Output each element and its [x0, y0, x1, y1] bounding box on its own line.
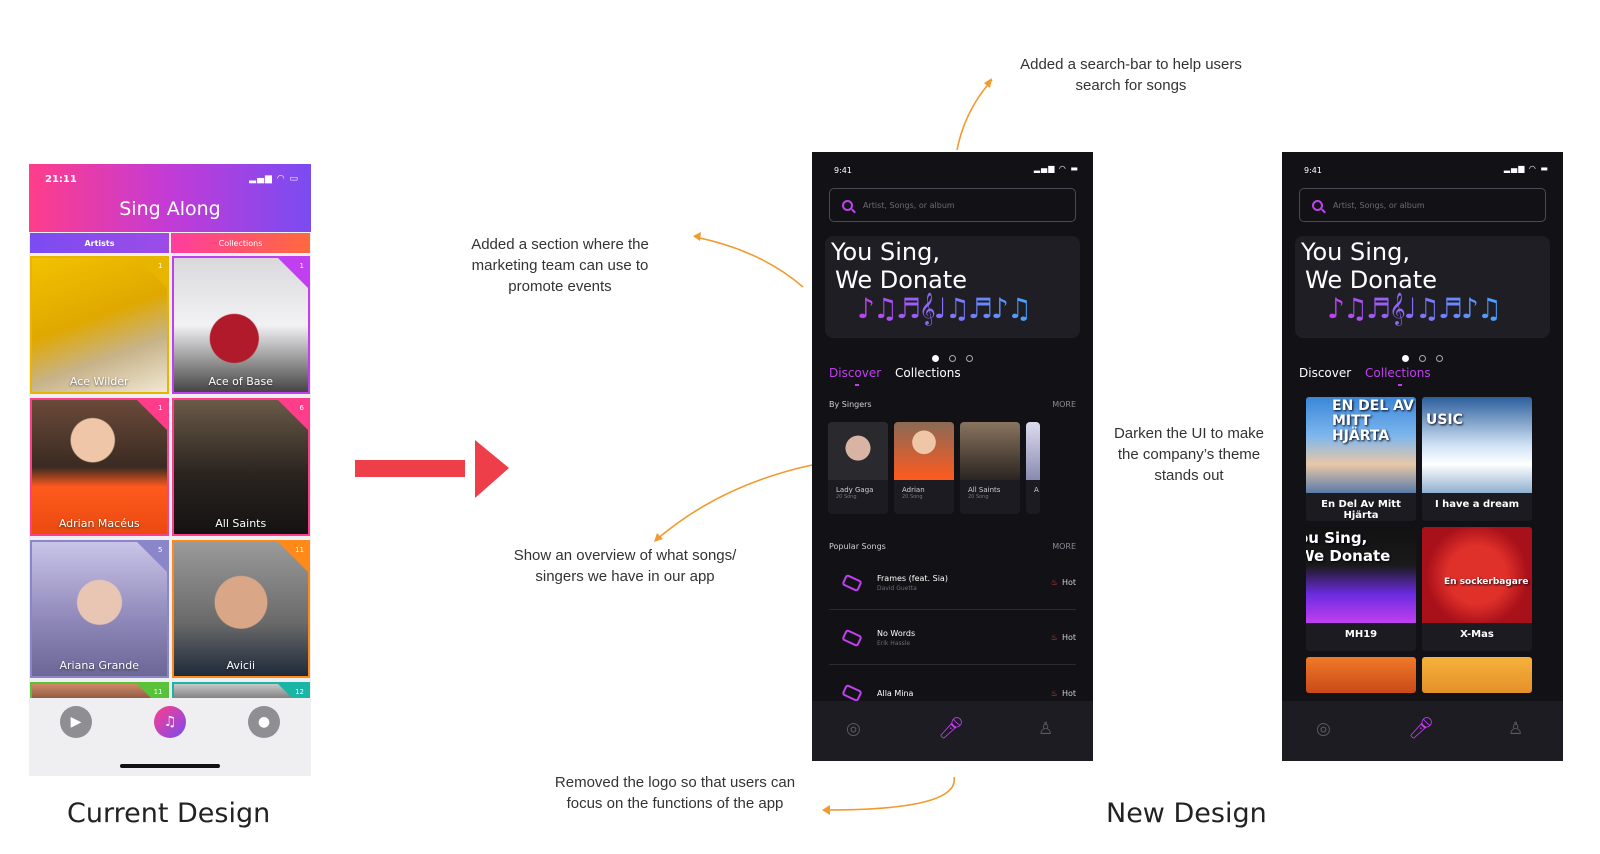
microphone-icon[interactable]: 🎤︎	[938, 716, 965, 741]
singer-card[interactable]: A	[1026, 422, 1040, 514]
marketing-note: Added a section where the marketing team…	[471, 236, 649, 295]
singer-list: Lady Gaga 20 Song Adrian 20 Song All Sai…	[828, 422, 1040, 514]
microphone-icon[interactable]: 🎤︎	[1408, 716, 1435, 741]
new-design-label: New Design	[1106, 798, 1267, 829]
status-time: 9:41	[1304, 166, 1322, 175]
singer-song-count: 20 Song	[836, 494, 857, 500]
design-comparison-board: 21:11 ▂▄▆ ◠ ▭ Sing Along Artists Collect…	[0, 0, 1600, 854]
song-row[interactable]: Frames (feat. Sia) David Guetta ♨ Hot	[829, 556, 1076, 610]
music-notes-graphic: ♪♫♬𝄞♩♫♬♪♫	[857, 292, 1032, 325]
promo-banner[interactable]: You Sing, We Donate ♪♫♬𝄞♩♫♬♪♫	[1295, 236, 1550, 338]
promo-banner[interactable]: You Sing, We Donate ♪♫♬𝄞♩♫♬♪♫	[825, 236, 1080, 338]
logo-note: Removed the logo so that users can focus…	[554, 774, 796, 812]
fire-icon: ♨	[1050, 633, 1058, 642]
song-artist: David Guetta	[877, 584, 917, 592]
arrow-to-logo-note	[825, 776, 955, 811]
microphone-icon	[841, 628, 863, 647]
cover-title: En sockerbagare	[1444, 577, 1529, 587]
new-design-collections-phone: 9:41 ▂▄▆ ◠ ▬ Artist, Songs, or album You…	[1282, 152, 1563, 761]
banner-line-2: We Donate	[835, 266, 967, 294]
darken-note: Darken the UI to make the company’s them…	[1113, 425, 1265, 484]
cover-title: EN DEL AV MITT HJÄRTA	[1332, 398, 1414, 444]
new-design-discover-phone: 9:41 ▂▄▆ ◠ ▬ Artist, Songs, or album You…	[812, 152, 1093, 761]
collection-card[interactable]: ou Sing, We Donate MH19	[1306, 527, 1416, 651]
status-time: 9:41	[834, 166, 852, 175]
bottom-nav: ◎ 🎤︎ ♙	[812, 701, 1093, 761]
fire-icon: ♨	[1050, 578, 1058, 587]
banner-line-2: We Donate	[1305, 266, 1437, 294]
search-placeholder: Artist, Songs, or album	[1333, 200, 1425, 210]
section-tabs: Discover Collections	[1299, 366, 1441, 380]
search-placeholder: Artist, Songs, or album	[863, 200, 955, 210]
search-bar-note: Added a search-bar to help users search …	[1020, 56, 1242, 94]
collection-card[interactable]	[1422, 657, 1532, 693]
banner-line-1: You Sing,	[1301, 238, 1410, 266]
singer-card[interactable]: Lady Gaga 20 Song	[828, 422, 888, 514]
by-singers-label: By Singers	[829, 400, 872, 409]
song-artist: Erik Hassle	[877, 639, 911, 647]
collection-name: I have a dream	[1434, 499, 1520, 510]
singer-card[interactable]: All Saints 20 Song	[960, 422, 1020, 514]
arrow-to-search-note	[956, 79, 993, 151]
singer-song-count: 20 Song	[902, 494, 923, 500]
fire-icon: ♨	[1050, 688, 1058, 698]
hot-badge: ♨ Hot	[1050, 688, 1076, 698]
popular-songs-label: Popular Songs	[829, 542, 886, 551]
carousel-dots[interactable]	[812, 347, 1093, 366]
collection-name: X-Mas	[1460, 629, 1494, 640]
microphone-icon	[841, 683, 863, 703]
banner-line-1: You Sing,	[831, 238, 940, 266]
song-title: Frames (feat. Sia)	[877, 573, 948, 583]
compass-icon[interactable]: ◎	[846, 719, 861, 739]
section-tabs: Discover Collections	[829, 366, 971, 380]
arrow-to-overview-note	[655, 464, 813, 541]
search-icon	[1312, 199, 1323, 211]
current-design-label: Current Design	[67, 798, 271, 829]
collection-name: En Del Av Mitt Hjärta	[1321, 499, 1401, 521]
singer-name: Adrian	[902, 486, 925, 494]
bottom-nav: ◎ 🎤︎ ♙	[1282, 701, 1563, 761]
tab-collections[interactable]: Collections	[1365, 366, 1431, 380]
search-input[interactable]: Artist, Songs, or album	[829, 188, 1076, 222]
tab-discover[interactable]: Discover	[829, 366, 881, 380]
hot-badge: ♨ Hot	[1050, 633, 1076, 642]
collection-card[interactable]: USIC I have a dream	[1422, 397, 1532, 521]
song-row[interactable]: No Words Erik Hassle ♨ Hot	[829, 611, 1076, 665]
singer-name: A	[1034, 486, 1039, 494]
status-icons: ▂▄▆ ◠ ▬	[1503, 164, 1549, 173]
arrow-to-marketing-note	[694, 236, 804, 288]
collection-card[interactable]: EN DEL AV MITT HJÄRTA En Del Av Mitt Hjä…	[1306, 397, 1416, 521]
tab-collections[interactable]: Collections	[895, 366, 961, 380]
more-link[interactable]: MORE	[1052, 542, 1076, 551]
music-notes-graphic: ♪♫♬𝄞♩♫♬♪♫	[1327, 292, 1502, 325]
search-input[interactable]: Artist, Songs, or album	[1299, 188, 1546, 222]
tab-discover[interactable]: Discover	[1299, 366, 1351, 380]
profile-icon[interactable]: ♙	[1038, 719, 1053, 739]
song-title: No Words	[877, 628, 916, 638]
singer-name: All Saints	[968, 486, 1001, 494]
collection-grid: EN DEL AV MITT HJÄRTA En Del Av Mitt Hjä…	[1306, 397, 1532, 693]
collection-card[interactable]	[1306, 657, 1416, 693]
carousel-dots[interactable]	[1282, 347, 1563, 366]
hot-badge: ♨ Hot	[1050, 578, 1076, 587]
by-singers-header: By Singers MORE	[829, 400, 1076, 409]
collection-name: MH19	[1344, 629, 1378, 640]
cover-title: USIC	[1426, 412, 1463, 428]
popular-songs-header: Popular Songs MORE	[829, 542, 1076, 551]
search-icon	[842, 199, 853, 211]
singer-card[interactable]: Adrian 20 Song	[894, 422, 954, 514]
singer-song-count: 20 Song	[968, 494, 989, 500]
song-title: Alla Mina	[877, 688, 914, 698]
microphone-icon	[841, 573, 863, 592]
transition-arrow	[355, 440, 509, 498]
more-link[interactable]: MORE	[1052, 400, 1076, 409]
collection-card[interactable]: En sockerbagare X-Mas	[1422, 527, 1532, 651]
status-icons: ▂▄▆ ◠ ▬	[1033, 164, 1079, 173]
compass-icon[interactable]: ◎	[1316, 719, 1331, 739]
cover-title: ou Sing, We Donate	[1306, 529, 1391, 565]
singer-name: Lady Gaga	[836, 486, 874, 494]
overview-note: Show an overview of what songs/ singers …	[513, 547, 737, 585]
profile-icon[interactable]: ♙	[1508, 719, 1523, 739]
